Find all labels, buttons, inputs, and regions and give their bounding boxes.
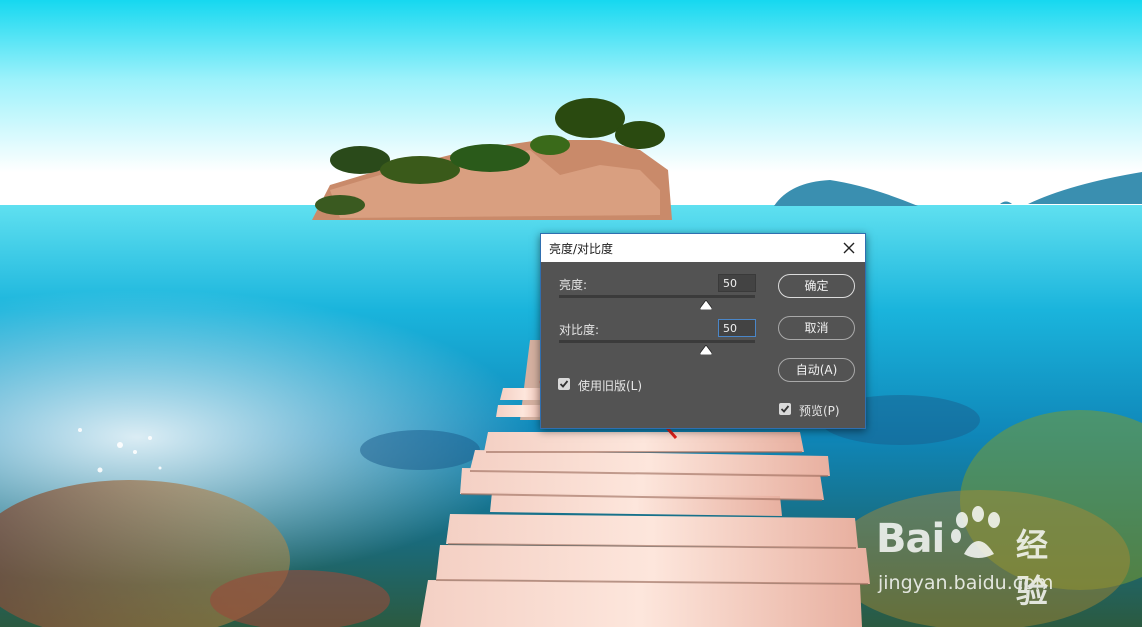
contrast-slider-track[interactable] bbox=[559, 340, 755, 343]
brightness-slider-track[interactable] bbox=[559, 295, 755, 298]
use-legacy-checkbox[interactable] bbox=[558, 378, 570, 390]
close-icon[interactable] bbox=[839, 238, 859, 258]
watermark-logo-text: Bai bbox=[876, 516, 945, 562]
auto-button[interactable]: 自动(A) bbox=[778, 358, 855, 382]
contrast-value-input[interactable] bbox=[718, 319, 756, 337]
cancel-button[interactable]: 取消 bbox=[778, 316, 855, 340]
checkmark-icon bbox=[780, 405, 790, 413]
brightness-contrast-dialog: 亮度/对比度 亮度: 对比度: 使用旧版(L) 确定 取消 自动(A) 预览(P… bbox=[540, 233, 866, 429]
watermark-url: jingyan.baidu.com bbox=[878, 572, 1054, 594]
use-legacy-label[interactable]: 使用旧版(L) bbox=[578, 377, 642, 394]
preview-checkbox[interactable] bbox=[779, 403, 791, 415]
brightness-label: 亮度: bbox=[559, 278, 588, 292]
ok-button[interactable]: 确定 bbox=[778, 274, 855, 298]
dialog-title: 亮度/对比度 bbox=[549, 242, 614, 256]
preview-label[interactable]: 预览(P) bbox=[799, 402, 840, 419]
brightness-value-input[interactable] bbox=[718, 274, 756, 292]
paw-icon bbox=[948, 506, 1010, 568]
dialog-titlebar[interactable]: 亮度/对比度 bbox=[541, 234, 865, 262]
checkmark-icon bbox=[559, 380, 569, 388]
watermark-logo-suffix: 经验 bbox=[1016, 526, 1049, 610]
contrast-label: 对比度: bbox=[559, 323, 600, 337]
